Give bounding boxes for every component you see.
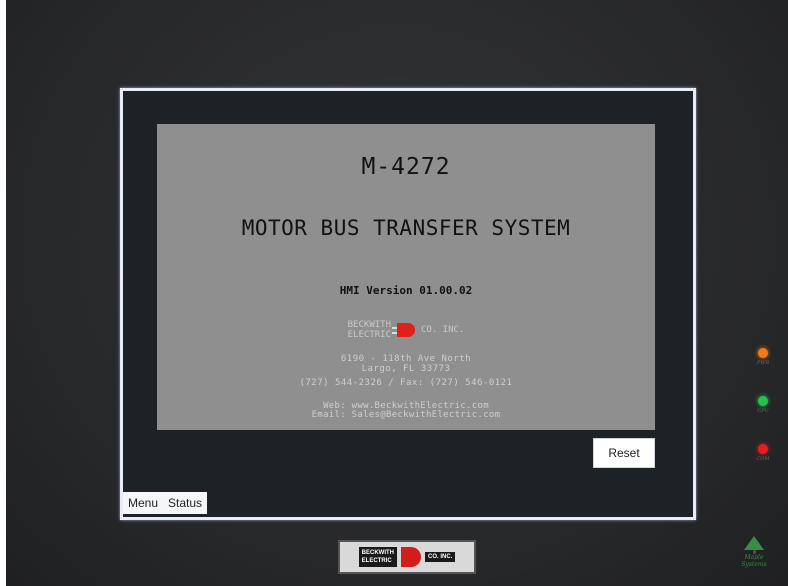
screen-frame: M-4272 MOTOR BUS TRANSFER SYSTEM HMI Ver…: [120, 88, 696, 520]
bezel-brand-badge: BECKWITH ELECTRIC CO. INC.: [338, 540, 476, 574]
com-led-icon: [758, 444, 768, 454]
maple-text-line2: Systems: [741, 561, 767, 568]
tab-status[interactable]: Status: [163, 492, 207, 514]
model-number: M-4272: [361, 154, 451, 180]
com-led-group: COM: [748, 444, 778, 462]
tree-icon: [744, 536, 764, 550]
cpu-led-icon: [758, 396, 768, 406]
bottom-tab-bar: Menu Status: [123, 492, 208, 514]
reset-button[interactable]: Reset: [593, 438, 655, 468]
cpu-led-label: CPU: [757, 408, 769, 414]
bezel-brand-line2: ELECTRIC: [361, 558, 392, 564]
system-title: MOTOR BUS TRANSFER SYSTEM: [241, 216, 571, 240]
phone-fax: (727) 544-2326 / Fax: (727) 546-0121: [299, 378, 513, 388]
address: 6190 - 118th Ave North Largo, FL 33773: [157, 354, 655, 374]
pwr-led-group: PWR: [748, 348, 778, 366]
email: Email: Sales@BeckwithElectric.com: [311, 410, 501, 420]
device-bezel: M-4272 MOTOR BUS TRANSFER SYSTEM HMI Ver…: [6, 0, 788, 586]
bezel-brand-suffix: CO. INC.: [425, 552, 456, 562]
company-name-line1: BECKWITH: [347, 320, 391, 330]
plug-logo-icon: [392, 323, 415, 337]
com-led-label: COM: [756, 456, 770, 462]
bezel-brand-name: BECKWITH ELECTRIC: [358, 547, 397, 567]
tab-menu[interactable]: Menu: [123, 492, 163, 514]
company-logo: BECKWITH ELECTRIC CO. INC.: [157, 320, 655, 340]
address-line1: 6190 - 118th Ave North: [340, 354, 472, 364]
maple-text-line1: Maple: [744, 554, 764, 561]
bezel-plug-icon: [401, 547, 421, 567]
hmi-version: HMI Version 01.00.02: [339, 284, 473, 297]
web-contact: Web: www.BeckwithElectric.com Email: Sal…: [157, 402, 655, 420]
pwr-led-label: PWR: [756, 360, 770, 366]
company-name-line2: ELECTRIC: [347, 330, 391, 340]
address-line2: Largo, FL 33773: [361, 364, 451, 374]
bezel-brand-line1: BECKWITH: [361, 550, 394, 556]
hmi-screen: M-4272 MOTOR BUS TRANSFER SYSTEM HMI Ver…: [123, 91, 693, 517]
maple-systems-logo: Maple Systems: [738, 536, 770, 576]
cpu-led-group: CPU: [748, 396, 778, 414]
pwr-led-icon: [758, 348, 768, 358]
splash-panel: M-4272 MOTOR BUS TRANSFER SYSTEM HMI Ver…: [157, 124, 655, 430]
company-suffix: CO. INC.: [421, 325, 465, 335]
